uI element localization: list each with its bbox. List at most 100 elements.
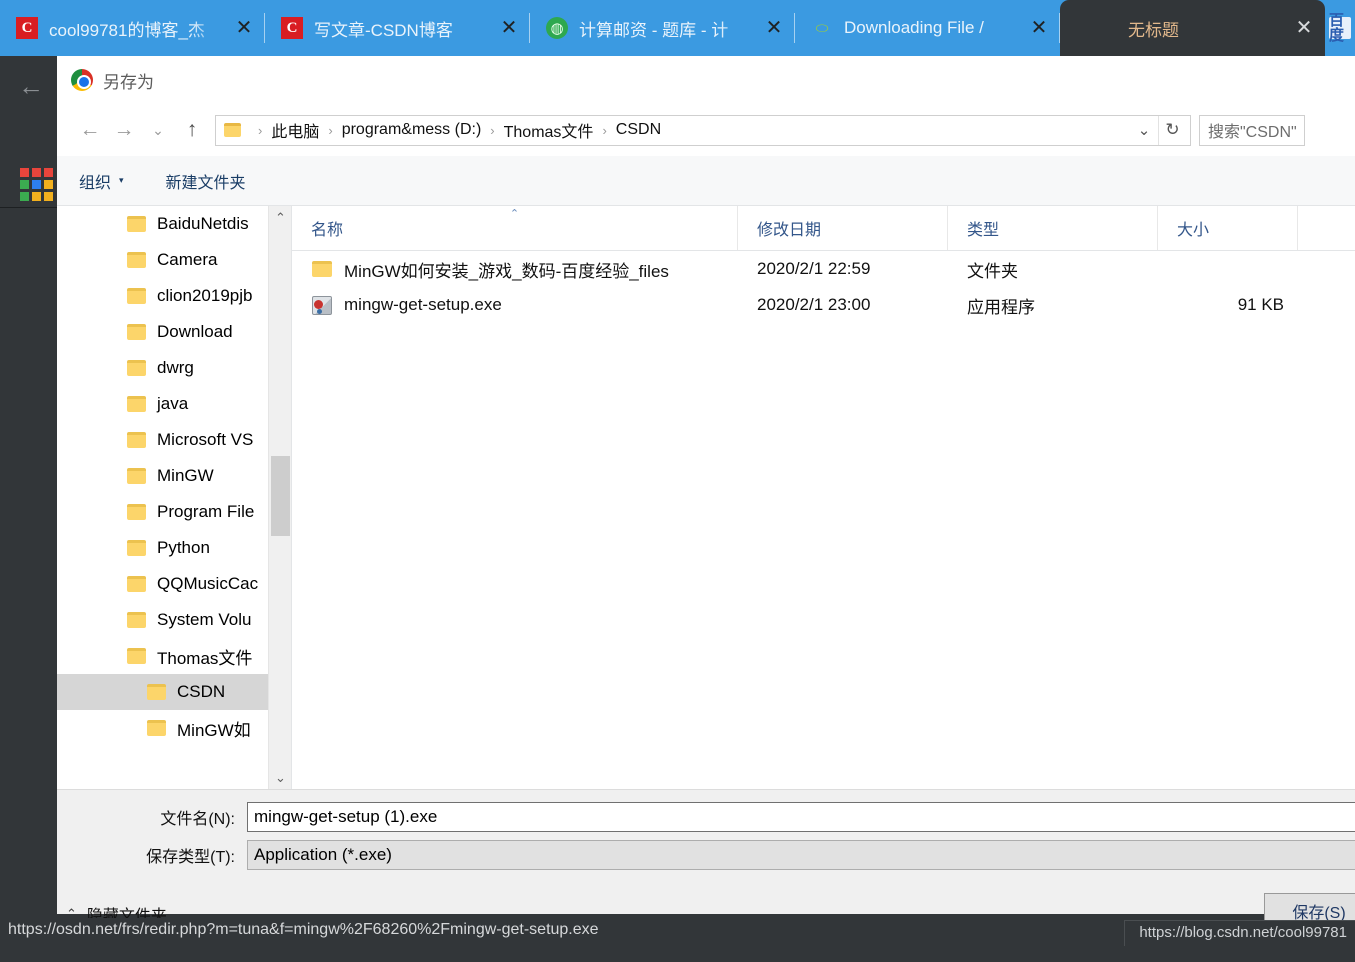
browser-tab-2[interactable]: C 写文章-CSDN博客 ✕ xyxy=(265,0,530,56)
tree-item-label: Download xyxy=(157,322,233,341)
tree-item[interactable]: Program File xyxy=(57,494,291,530)
tree-item-label: Microsoft VS xyxy=(157,430,254,449)
tree-item[interactable]: CSDN xyxy=(57,674,291,710)
tree-item[interactable]: dwrg xyxy=(57,350,291,386)
breadcrumb-item-3[interactable]: CSDN xyxy=(616,121,661,139)
filename-input[interactable] xyxy=(247,802,1355,832)
refresh-icon[interactable]: ↻ xyxy=(1158,115,1186,145)
organize-button[interactable]: 组织 ▾ xyxy=(79,169,124,193)
folder-icon xyxy=(127,360,146,376)
close-icon[interactable]: ✕ xyxy=(1289,18,1319,38)
tree-item-label: clion2019pjb xyxy=(157,286,253,305)
scroll-up-icon[interactable]: ⌃ xyxy=(269,206,291,229)
tree-item[interactable]: Camera xyxy=(57,242,291,278)
file-row[interactable]: mingw-get-setup.exe 2020/2/1 23:00 应用程序 91 … xyxy=(292,287,1355,323)
rail-divider xyxy=(0,207,57,208)
tree-item[interactable]: Python xyxy=(57,530,291,566)
tree-item[interactable]: Thomas文件 xyxy=(57,638,291,674)
tree-item-label: java xyxy=(157,394,189,413)
tab-title: 计算邮资 - 题库 - 计 xyxy=(579,20,729,40)
close-icon[interactable]: ✕ xyxy=(759,18,789,38)
column-label: 修改日期 xyxy=(757,222,822,239)
breadcrumb-separator: › xyxy=(328,122,333,138)
folder-icon xyxy=(127,540,146,556)
tree-item[interactable]: MinGW如 xyxy=(57,710,291,746)
nav-up-button[interactable]: ↑ xyxy=(175,113,209,147)
new-folder-button[interactable]: 新建文件夹 xyxy=(166,169,246,193)
close-icon[interactable]: ✕ xyxy=(229,18,259,38)
folder-icon xyxy=(147,720,166,736)
nav-recent-locations-button[interactable]: ⌄ xyxy=(141,113,175,147)
dialog-titlebar: 另存为 xyxy=(57,56,1355,104)
apps-grid-icon[interactable] xyxy=(20,168,53,201)
file-date-cell: 2020/2/1 23:00 xyxy=(757,295,871,314)
tree-item-label: MinGW如 xyxy=(177,720,251,740)
file-name-label: MinGW如何安装_游戏_数码-百度经验_files xyxy=(344,261,669,281)
breadcrumb-item-1[interactable]: program&mess (D:) xyxy=(342,121,482,139)
browser-left-rail: ← xyxy=(0,56,57,962)
file-type-cell: 应用程序 xyxy=(967,297,1035,317)
scrollbar-thumb[interactable] xyxy=(271,456,290,536)
tree-item-label: Camera xyxy=(157,250,218,269)
nav-back-button[interactable]: ← xyxy=(73,113,107,147)
browser-tab-1[interactable]: C cool99781的博客_杰 ✕ xyxy=(0,0,265,56)
search-input[interactable]: 搜索"CSDN" xyxy=(1199,114,1305,146)
tab-title: 写文章-CSDN博客 xyxy=(314,20,453,40)
tree-item-label: dwrg xyxy=(157,358,194,377)
file-date-cell: 2020/2/1 22:59 xyxy=(757,259,871,278)
tree-item[interactable]: System Volu xyxy=(57,602,291,638)
dialog-title: 另存为 xyxy=(103,72,154,92)
file-name-label: mingw-get-setup.exe xyxy=(344,295,502,314)
browser-tab-6-partial[interactable]: 百度 xyxy=(1325,0,1355,56)
folder-icon xyxy=(127,504,146,520)
folder-icon xyxy=(127,468,146,484)
chrome-logo-icon xyxy=(71,69,93,91)
close-icon[interactable]: ✕ xyxy=(1024,18,1054,38)
nav-forward-button[interactable]: → xyxy=(107,113,141,147)
browser-tab-5-active[interactable]: 无标题 ✕ xyxy=(1060,0,1325,56)
close-icon[interactable]: ✕ xyxy=(494,18,524,38)
filetype-select[interactable]: Application (*.exe) xyxy=(247,840,1355,870)
folder-icon xyxy=(224,123,241,137)
tree-item-label: System Volu xyxy=(157,610,252,629)
address-breadcrumb-bar[interactable]: › 此电脑 › program&mess (D:) › Thomas文件 › C… xyxy=(215,114,1191,146)
browser-tab-4[interactable]: ⬭ Downloading File / ✕ xyxy=(795,0,1060,56)
save-as-dialog: 另存为 ← → ⌄ ↑ › 此电脑 › program&mess (D:) › … xyxy=(57,56,1355,929)
column-header-date[interactable]: 修改日期 xyxy=(738,206,948,250)
tree-item[interactable]: QQMusicCac xyxy=(57,566,291,602)
folder-icon xyxy=(127,648,146,664)
tree-item[interactable]: Download xyxy=(57,314,291,350)
tree-item[interactable]: Microsoft VS xyxy=(57,422,291,458)
folder-icon xyxy=(147,684,166,700)
tab-title: Downloading File / xyxy=(844,18,984,37)
tree-item[interactable]: BaiduNetdis xyxy=(57,206,291,242)
column-header-type[interactable]: 类型 xyxy=(948,206,1158,250)
file-row[interactable]: MinGW如何安装_游戏_数码-百度经验_files 2020/2/1 22:59… xyxy=(292,251,1355,287)
breadcrumb-item-0[interactable]: 此电脑 xyxy=(271,118,319,142)
breadcrumb-item-2[interactable]: Thomas文件 xyxy=(504,118,594,142)
column-label: 名称 xyxy=(311,222,344,239)
scroll-down-icon[interactable]: ⌄ xyxy=(269,766,291,789)
filetype-label: 保存类型(T): xyxy=(146,849,235,866)
breadcrumb-separator: › xyxy=(602,122,607,138)
chevron-down-icon[interactable]: ⌄ xyxy=(1130,116,1158,145)
dialog-command-bar: 组织 ▾ 新建文件夹 xyxy=(57,156,1355,206)
tree-item-label: BaiduNetdis xyxy=(157,214,249,233)
file-list-pane: ⌃ 名称 修改日期 类型 大小 MinGW如何安装_游戏_数码-百度经验_fil… xyxy=(292,206,1355,789)
tree-item[interactable]: MinGW xyxy=(57,458,291,494)
folder-icon xyxy=(127,252,146,268)
column-header-name[interactable]: ⌃ 名称 xyxy=(292,206,738,250)
browser-tab-3[interactable]: ◍ 计算邮资 - 题库 - 计 ✕ xyxy=(530,0,795,56)
tree-item[interactable]: java xyxy=(57,386,291,422)
column-header-size[interactable]: 大小 xyxy=(1158,206,1298,250)
browser-back-icon[interactable]: ← xyxy=(18,72,48,102)
browser-status-url: https://osdn.net/frs/redir.php?m=tuna&f=… xyxy=(0,918,611,944)
nav-pane-scrollbar[interactable]: ⌃ ⌄ xyxy=(268,206,291,789)
file-name-cell: MinGW如何安装_游戏_数码-百度经验_files xyxy=(292,257,738,282)
tree-item[interactable]: clion2019pjb xyxy=(57,278,291,314)
file-list-rows: MinGW如何安装_游戏_数码-百度经验_files 2020/2/1 22:59… xyxy=(292,251,1355,323)
breadcrumb-separator: › xyxy=(490,122,495,138)
csdn-icon: C xyxy=(281,17,303,39)
folder-tree: BaiduNetdis Camera clion2019pjb Download dwr… xyxy=(57,206,291,746)
csdn-icon: C xyxy=(16,17,38,39)
